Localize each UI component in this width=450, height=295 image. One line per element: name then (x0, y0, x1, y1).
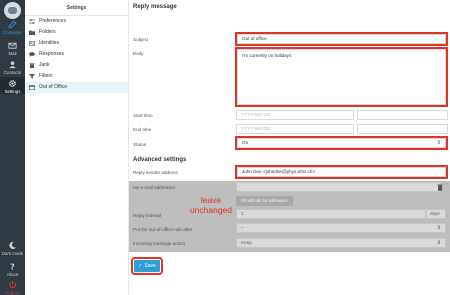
trash-icon[interactable] (437, 184, 443, 191)
rail-logout-label: Logout (5, 290, 20, 295)
svg-text:?: ? (10, 262, 15, 271)
rail-about-label: About (6, 272, 19, 277)
status-select[interactable]: On ⇕ (235, 136, 448, 150)
message-action-value: Keep (241, 240, 252, 245)
advanced-disabled-block: My e-mail addresses Fill with all my add… (129, 181, 450, 252)
chevron-up-down-icon: ⇕ (436, 140, 441, 146)
message-action-select[interactable]: Keep ⇕ (236, 238, 446, 248)
settings-item-responses[interactable]: Responses (25, 49, 128, 60)
reply-interval-label: Reply interval (133, 213, 161, 218)
rule-after-label: Put the out-of-office rule after (133, 227, 193, 232)
filter-icon (29, 74, 35, 79)
reply-message-heading: Reply message (133, 4, 177, 10)
gear-icon (9, 80, 16, 87)
reply-interval-input[interactable]: 1 (236, 209, 426, 219)
settings-item-out-of-office[interactable]: Out of Office (25, 82, 128, 93)
settings-item-label: Preferences (39, 18, 66, 24)
settings-item-label: Folders (39, 29, 56, 35)
status-value: On (242, 140, 249, 145)
rail-contacts-label: Contacts (3, 70, 22, 75)
settings-item-label: Filters (39, 73, 53, 79)
chevron-up-down-icon: ⇕ (436, 240, 441, 246)
calendar-icon (29, 85, 35, 90)
folder-icon (29, 30, 35, 35)
my-addresses-input[interactable] (236, 182, 440, 192)
settings-item-label: Out of Office (39, 84, 67, 90)
rail-contacts[interactable]: Contacts (0, 60, 25, 75)
annotation-line-1: leave (200, 195, 222, 205)
rail-about[interactable]: ? About (0, 262, 25, 277)
power-icon (9, 280, 16, 289)
app: Compose Mail Contacts Settings Dark mode… (0, 0, 450, 295)
rail-mail[interactable]: Mail (0, 41, 25, 56)
settings-list-title: Settings (25, 0, 128, 16)
status-label: Status (133, 142, 147, 147)
sender-address-input[interactable]: John Doe <johndoe@phys.ethz.ch> (235, 165, 448, 179)
rail-dark-mode[interactable]: Dark mode (0, 241, 25, 256)
comment-icon (29, 52, 35, 57)
start-time-input[interactable] (357, 110, 448, 120)
rail-compose[interactable]: Compose (0, 20, 25, 35)
fill-addresses-button[interactable]: Fill with all my addresses (236, 196, 293, 206)
body-label: Body (133, 51, 144, 56)
rule-after-select[interactable]: -- ⇕ (236, 223, 446, 233)
rule-after-value: -- (241, 225, 245, 230)
check-icon: ✓ (138, 263, 143, 269)
body-textarea[interactable]: I'm currently on holidays (235, 47, 448, 107)
rail-compose-label: Compose (3, 30, 22, 35)
settings-item-folders[interactable]: Folders (25, 27, 128, 38)
end-time-label: End time (133, 127, 152, 132)
settings-item-label: Junk (39, 62, 50, 68)
chevron-up-down-icon: ⇕ (436, 225, 441, 231)
rail-mail-label: Mail (8, 51, 17, 56)
end-time-input[interactable] (357, 124, 448, 134)
contacts-icon (9, 61, 16, 69)
subject-input[interactable]: Out of office (235, 32, 448, 46)
question-icon: ? (10, 262, 15, 271)
reply-interval-unit: days (426, 209, 446, 219)
advanced-settings-heading: Advanced settings (133, 157, 187, 163)
message-action-label: Incoming message action (133, 241, 186, 246)
annotation-note: leave unchanged (186, 195, 236, 215)
save-button-label: Save (144, 263, 156, 269)
settings-item-junk[interactable]: Junk (25, 60, 128, 71)
rail-settings-label: Settings (4, 89, 21, 94)
settings-item-label: Responses (39, 51, 65, 57)
save-button[interactable]: ✓ Save (131, 257, 163, 275)
settings-item-preferences[interactable]: Preferences (25, 16, 128, 27)
settings-item-filters[interactable]: Filters (25, 71, 128, 82)
start-time-label: Start time (133, 113, 153, 118)
sender-address-label: Reply sender address (133, 170, 178, 175)
annotation-line-2: unchanged (189, 205, 233, 215)
rail-settings[interactable]: Settings (0, 77, 25, 94)
subject-label: Subject (133, 37, 149, 42)
moon-icon (9, 241, 17, 250)
rail-dark-mode-label: Dark mode (1, 251, 24, 256)
my-addresses-label: My e-mail addresses (133, 185, 176, 190)
mail-icon (8, 42, 17, 49)
trash-icon (29, 63, 35, 68)
end-date-input[interactable]: YYYY-MM-DD (236, 124, 354, 134)
app-logo (4, 2, 21, 19)
main-navigation-rail: Compose Mail Contacts Settings Dark mode… (0, 0, 25, 295)
settings-list-pane: Settings Preferences Folders Identities … (25, 0, 129, 295)
sliders-icon (29, 19, 35, 24)
id-card-icon (29, 41, 35, 46)
out-of-office-form: Reply message Subject Out of office Body… (129, 0, 450, 295)
settings-item-label: Identities (39, 40, 60, 46)
start-date-input[interactable]: YYYY-MM-DD (236, 110, 354, 120)
rail-logout[interactable]: Logout (0, 280, 25, 295)
compose-icon (8, 20, 17, 29)
settings-item-identities[interactable]: Identities (25, 38, 128, 49)
